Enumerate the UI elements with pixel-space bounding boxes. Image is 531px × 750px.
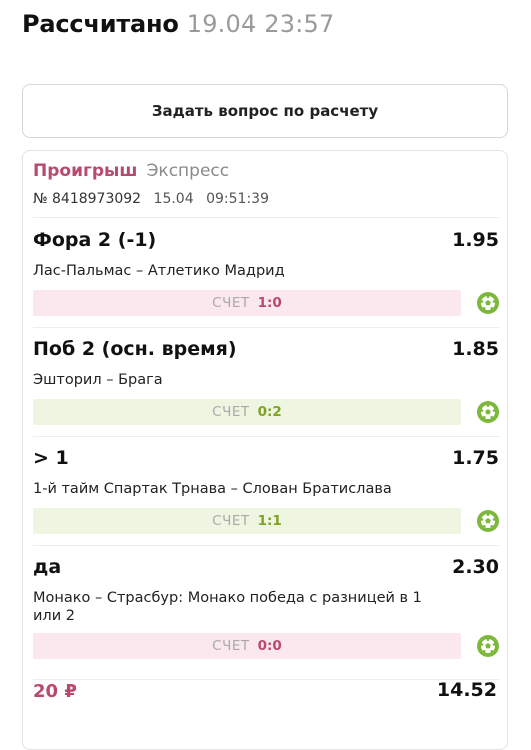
bet-meta: № 8418973092 15.04 09:51:39 [33, 191, 277, 207]
event-odds: 1.95 [452, 229, 499, 251]
score-value: 0:2 [257, 404, 282, 420]
score-bar: СЧЕТ 1:0 [33, 290, 461, 316]
score-label: СЧЕТ [212, 295, 250, 311]
settled-timestamp: 19.04 23:57 [186, 10, 335, 38]
soccer-ball-icon [477, 401, 499, 423]
bet-type-label: Экспресс [146, 161, 230, 181]
event-market: Поб 2 (осн. время) [33, 338, 237, 360]
score-value: 1:1 [257, 513, 282, 529]
score-label: СЧЕТ [212, 638, 250, 654]
score-bar: СЧЕТ 0:0 [33, 633, 461, 659]
divider [33, 545, 499, 546]
page-header: Рассчитано 19.04 23:57 [22, 10, 334, 50]
divider [33, 679, 499, 680]
divider [33, 436, 499, 437]
event-teams: Лас-Пальмас – Атлетико Мадрид [33, 263, 285, 279]
score-bar: СЧЕТ 0:2 [33, 399, 461, 425]
bet-number: № 8418973092 [33, 191, 142, 207]
score-bar: СЧЕТ 1:1 [33, 508, 461, 534]
bet-card-header: Проигрыш Экспресс [33, 161, 229, 181]
event-teams: 1-й тайм Спартак Трнава – Слован Братисл… [33, 481, 392, 497]
bet-stake: 20 ₽ [33, 681, 77, 702]
bet-status-title: Рассчитано [22, 10, 179, 38]
soccer-ball-icon [477, 292, 499, 314]
soccer-ball-icon [477, 635, 499, 657]
bet-date: 15.04 [153, 191, 194, 207]
bet-card: Проигрыш Экспресс № 8418973092 15.04 09:… [22, 150, 508, 750]
event-market: > 1 [33, 447, 69, 469]
event-market: да [33, 556, 62, 578]
bet-time: 09:51:39 [206, 191, 269, 207]
divider [33, 217, 499, 218]
score-value: 1:0 [257, 295, 282, 311]
score-value: 0:0 [257, 638, 282, 654]
event-odds: 2.30 [452, 556, 499, 578]
event-teams: Монако – Страсбур: Монако победа с разни… [33, 590, 422, 624]
event-market: Фора 2 (-1) [33, 229, 157, 251]
bet-result-label: Проигрыш [33, 161, 138, 181]
divider [33, 327, 499, 328]
total-odds: 14.52 [436, 679, 497, 701]
event-odds: 1.75 [452, 447, 499, 469]
score-label: СЧЕТ [212, 513, 250, 529]
soccer-ball-icon [477, 510, 499, 532]
event-odds: 1.85 [452, 338, 499, 360]
event-teams: Эшторил – Брага [33, 372, 163, 388]
score-label: СЧЕТ [212, 404, 250, 420]
ask-question-button[interactable]: Задать вопрос по расчету [22, 84, 508, 138]
